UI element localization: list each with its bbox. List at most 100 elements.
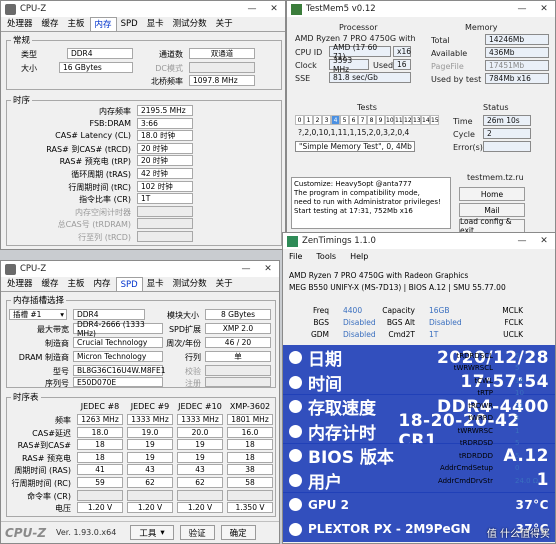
cpu-id-label: CPU ID (295, 48, 323, 57)
errors-label: Error(s) (453, 143, 483, 152)
zentimings-titlebar[interactable]: ZenTimings 1.1.0 — ✕ (283, 233, 555, 249)
close-icon[interactable]: ✕ (257, 261, 279, 277)
zt-timing-value: 10 (515, 389, 524, 397)
spd-cell: 62 (127, 477, 173, 488)
cpuz-spd-window: CPU-Z — ✕ 处理器 缓存 主板 内存 SPD 显卡 测试分数 关于 内存插槽选择 插槽 … (0, 260, 280, 544)
slot-select-value: 插槽 #1 (13, 310, 42, 319)
test-cell: 8 (367, 115, 376, 125)
zt-param-value: Disabled (343, 318, 376, 327)
zt-param-label: UCLK (503, 330, 523, 339)
osd-label: BIOS 版本 (308, 448, 394, 468)
spd-cell: 43 (177, 464, 223, 476)
zt-timing-value: 24.0 Ω (515, 476, 539, 485)
tab-6[interactable]: 测试分数 (169, 17, 212, 31)
validate-button[interactable]: 验证 (179, 525, 215, 540)
spd-row-label: 电压 (55, 504, 71, 514)
osd-label: 时间 (308, 374, 342, 395)
spd-cell: 18.0 (77, 426, 123, 438)
spd-cell: 1801 MHz (227, 414, 273, 425)
tab-2[interactable]: 主板 (64, 17, 90, 31)
log-line: Customize: Heavy5opt @anta777 (294, 180, 412, 188)
tab-3[interactable]: 内存 (89, 17, 117, 31)
zt-param-label: Cmd2T (388, 330, 415, 339)
model-value: BL8G36C16U4W.M8FE1 (73, 365, 166, 376)
tab-1[interactable]: 缓存 (38, 17, 64, 31)
test-cell: 2 (313, 115, 322, 125)
zt-param-value: Disabled (343, 330, 376, 339)
zentimings-app-icon (287, 235, 298, 247)
cpu-id-x: x16 (393, 46, 411, 57)
test-cell: 0 (295, 115, 304, 125)
max-bandwidth-label: 最大带宽 (37, 325, 69, 334)
timing-label: 循环周期 (tRAS) (71, 170, 131, 179)
spd-cell: 19 (177, 439, 223, 451)
minimize-icon[interactable]: — (241, 1, 263, 17)
spd-column-header: XMP-3602 (229, 402, 271, 411)
tab-5[interactable]: 显卡 (143, 17, 169, 31)
zt-param-label: BGS Alt (386, 318, 415, 327)
menu-item[interactable]: Tools (316, 252, 336, 261)
tab-1[interactable]: 缓存 (38, 277, 64, 291)
zt-timing-value: 0 (515, 464, 520, 472)
minimize-icon[interactable]: — (511, 233, 533, 249)
total-value: 14246Mb (485, 34, 549, 45)
slot-select[interactable]: 插槽 #1 ▾ (9, 309, 67, 320)
cycle-value: 2 (483, 128, 531, 139)
zt-timing-label: tWRRD (468, 414, 493, 422)
minimize-icon[interactable]: — (511, 1, 533, 17)
tools-button[interactable]: 工具 ▾ (130, 525, 174, 540)
tab-0[interactable]: 处理器 (3, 277, 38, 291)
spd-cell: 41 (77, 464, 123, 476)
tab-7[interactable]: 关于 (212, 277, 238, 291)
pagefile-label: PageFile (431, 62, 464, 71)
status-header: Status (483, 103, 509, 112)
close-icon[interactable]: ✕ (533, 233, 555, 249)
cpuz-spd-titlebar[interactable]: CPU-Z — ✕ (1, 261, 279, 277)
zt-timing-value: 3 (515, 414, 520, 422)
serial-label: 序列号 (45, 379, 69, 388)
pagefile-value: 17451Mb (485, 60, 549, 71)
close-icon[interactable]: ✕ (533, 1, 555, 17)
minimize-icon[interactable]: — (235, 261, 257, 277)
tab-4[interactable]: SPD (115, 277, 143, 291)
tab-2[interactable]: 主板 (64, 277, 90, 291)
tab-7[interactable]: 关于 (212, 17, 238, 31)
zt-param-value: 1T (429, 330, 439, 339)
week-year-value: 46 / 20 (205, 337, 271, 348)
zt-param-value: 16GB (429, 306, 450, 315)
cpuz-app-icon (5, 3, 16, 15)
spd-row-label: RAS#到CAS# (17, 441, 71, 451)
timing-legend: 时序 (13, 96, 31, 106)
tab-5[interactable]: 显卡 (143, 277, 169, 291)
tab-6[interactable]: 测试分数 (169, 277, 212, 291)
test-progress-cells: 0 1 2 3 4 5 6 7 8 9 10 11 12 13 14 15 (295, 115, 439, 125)
test-cell: 7 (358, 115, 367, 125)
spd-cell: 1.20 V (77, 502, 123, 514)
home-button[interactable]: Home (459, 187, 525, 201)
log-line: Start testing at 17:31, 752Mb x16 (294, 207, 413, 215)
tab-3[interactable]: 内存 (90, 277, 116, 291)
available-label: Available (431, 49, 468, 58)
cpuz-memory-titlebar[interactable]: CPU-Z — ✕ (1, 1, 285, 17)
mail-button[interactable]: Mail (459, 203, 525, 217)
spd-cell: 20.0 (177, 426, 223, 438)
menu-item[interactable]: File (289, 252, 302, 261)
osd-label: 日期 (308, 350, 342, 370)
spd-cell (227, 489, 273, 501)
module-size-value: 8 GBytes (205, 309, 271, 320)
load-config-button[interactable]: Load config & exit (459, 217, 525, 233)
osd-bullet-icon (289, 351, 302, 364)
close-icon[interactable]: ✕ (263, 1, 285, 17)
tab-0[interactable]: 处理器 (3, 17, 38, 31)
zt-timing-label: tRDRDDD (458, 451, 493, 460)
ok-button[interactable]: 确定 (220, 525, 256, 540)
spd-cell: 1.350 V (227, 502, 273, 514)
menu-item[interactable]: Help (350, 252, 368, 261)
zt-timing-value: 5 (515, 451, 520, 460)
errors-value (483, 141, 531, 152)
spd-cell: 59 (77, 477, 123, 488)
tab-4[interactable]: SPD (117, 17, 143, 31)
cpuz-spd-footer: CPU-Z Ver. 1.93.0.x64 工具 ▾ 验证 确定 (1, 521, 279, 543)
test-cell: 9 (376, 115, 385, 125)
testmem5-titlebar[interactable]: TestMem5 v0.12 — ✕ (287, 1, 555, 17)
